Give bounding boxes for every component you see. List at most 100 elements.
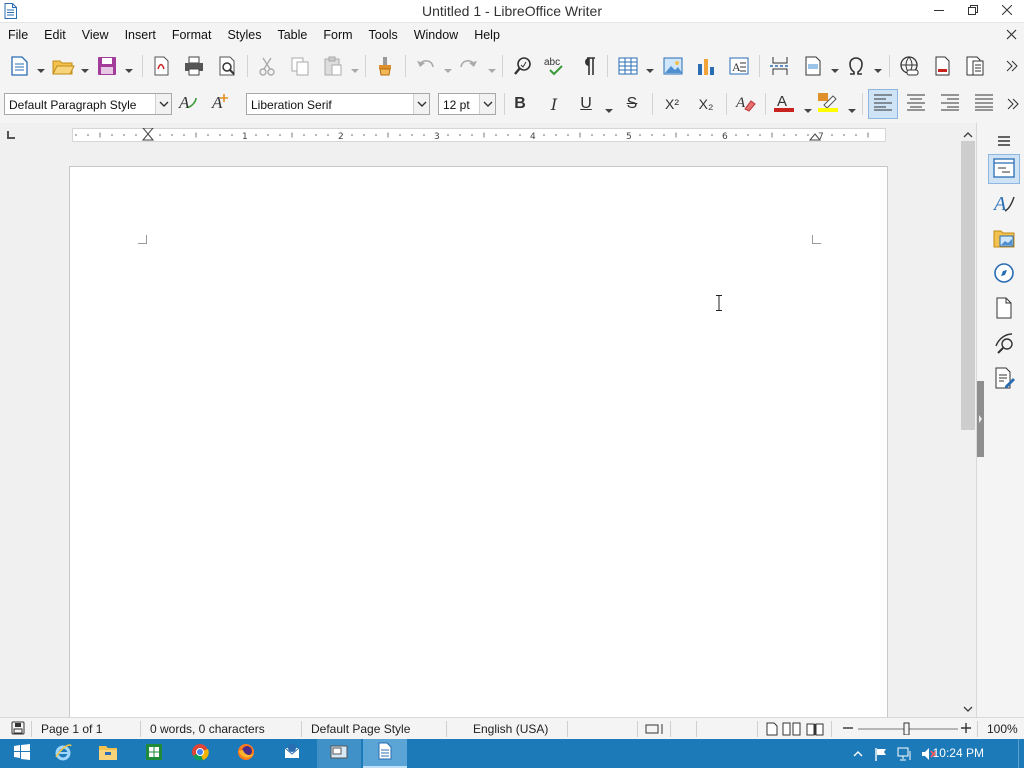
redo-button[interactable]: [456, 53, 482, 79]
field-dropdown-arrow[interactable]: [831, 63, 839, 73]
export-pdf-button[interactable]: [148, 53, 174, 79]
taskbar-internet-explorer[interactable]: [41, 739, 85, 768]
insert-mode-icon[interactable]: [645, 723, 665, 738]
sidebar-collapse-handle[interactable]: [977, 381, 984, 457]
chevron-down-icon[interactable]: [479, 94, 495, 114]
insert-footnote-button[interactable]: [929, 53, 955, 79]
strikethrough-button[interactable]: S: [620, 93, 644, 115]
font-size-select[interactable]: 12 pt: [438, 93, 496, 115]
font-color-dropdown-arrow[interactable]: [804, 103, 812, 113]
print-preview-button[interactable]: [214, 53, 240, 79]
taskbar-libreoffice-writer[interactable]: [363, 739, 407, 768]
taskbar-thunderbird[interactable]: [270, 739, 314, 768]
tab-stop-selector-icon[interactable]: [7, 131, 15, 139]
bold-button[interactable]: B: [508, 93, 532, 115]
restore-button[interactable]: [956, 0, 990, 22]
copy-button[interactable]: [287, 53, 313, 79]
taskbar-firefox[interactable]: [224, 739, 268, 768]
find-replace-button[interactable]: [510, 53, 536, 79]
print-button[interactable]: [181, 53, 207, 79]
superscript-button[interactable]: X²: [660, 93, 684, 115]
taskbar-libreoffice-calc[interactable]: [132, 739, 176, 768]
page-style[interactable]: Default Page Style: [311, 722, 410, 736]
highlight-dropdown-arrow[interactable]: [848, 103, 856, 113]
sidebar-properties-button[interactable]: [988, 154, 1020, 184]
align-center-button[interactable]: [904, 93, 928, 115]
scroll-up-arrow-icon[interactable]: [963, 128, 973, 142]
underline-button[interactable]: U: [574, 93, 598, 115]
insert-field-button[interactable]: [800, 53, 826, 79]
update-style-button[interactable]: A: [176, 93, 200, 115]
sidebar-styles-button[interactable]: A: [988, 189, 1020, 219]
font-color-button[interactable]: A: [772, 93, 796, 115]
paste-button[interactable]: [320, 53, 346, 79]
close-document-icon[interactable]: [1006, 27, 1018, 41]
menu-help[interactable]: Help: [466, 23, 508, 47]
menu-form[interactable]: Form: [315, 23, 360, 47]
zoom-level[interactable]: 100%: [987, 722, 1018, 736]
vertical-scrollbar[interactable]: [960, 126, 976, 717]
sidebar-style-inspector-button[interactable]: [988, 329, 1020, 359]
single-page-view-icon[interactable]: [766, 722, 778, 739]
document-page[interactable]: [69, 166, 888, 717]
chevron-down-icon[interactable]: [155, 94, 171, 114]
document-modified-icon[interactable]: [11, 721, 25, 738]
clear-formatting-button[interactable]: A: [733, 93, 757, 115]
insert-comment-button[interactable]: [962, 53, 988, 79]
left-indent-marker-icon[interactable]: [141, 127, 155, 145]
horizontal-ruler[interactable]: 1234567: [0, 123, 976, 147]
insert-chart-button[interactable]: [693, 53, 719, 79]
language[interactable]: English (USA): [473, 722, 548, 736]
taskbar-chrome[interactable]: [178, 739, 222, 768]
multi-page-view-icon[interactable]: [782, 722, 802, 739]
taskbar-clock[interactable]: 10:24 PM: [933, 746, 984, 760]
formatting-overflow-button[interactable]: [1003, 93, 1023, 115]
zoom-slider[interactable]: [858, 721, 958, 738]
formatting-marks-button[interactable]: [575, 53, 601, 79]
subscript-button[interactable]: X₂: [694, 93, 718, 115]
right-indent-marker-icon[interactable]: [808, 128, 822, 145]
open-dropdown-arrow[interactable]: [81, 63, 89, 73]
paragraph-style-select[interactable]: Default Paragraph Style: [4, 93, 172, 115]
sidebar-menu-button[interactable]: [988, 127, 1020, 157]
start-button[interactable]: [0, 739, 44, 768]
taskbar-control-panel[interactable]: [317, 739, 361, 768]
sidebar-page-button[interactable]: [988, 294, 1020, 324]
action-center-flag-icon[interactable]: [873, 746, 889, 762]
font-name-select[interactable]: Liberation Serif: [246, 93, 430, 115]
show-desktop-button[interactable]: [1018, 739, 1024, 768]
menu-tools[interactable]: Tools: [361, 23, 406, 47]
paste-dropdown-arrow[interactable]: [351, 63, 359, 73]
minimize-button[interactable]: [922, 0, 956, 22]
spelling-button[interactable]: abc: [543, 53, 569, 79]
sidebar-gallery-button[interactable]: [988, 224, 1020, 254]
show-hidden-icons[interactable]: [850, 746, 866, 762]
document-area[interactable]: [0, 147, 960, 717]
menu-table[interactable]: Table: [269, 23, 315, 47]
insert-page-break-button[interactable]: [767, 53, 793, 79]
close-button[interactable]: [990, 0, 1024, 22]
open-button[interactable]: [50, 53, 76, 79]
menu-insert[interactable]: Insert: [117, 23, 164, 47]
toolbar-overflow-button[interactable]: [1002, 53, 1022, 79]
cut-button[interactable]: [254, 53, 280, 79]
align-right-button[interactable]: [938, 93, 962, 115]
scrollbar-thumb[interactable]: [961, 141, 975, 430]
align-left-button[interactable]: [868, 89, 898, 119]
menu-format[interactable]: Format: [164, 23, 220, 47]
italic-button[interactable]: I: [542, 93, 566, 115]
sidebar-manage-changes-button[interactable]: [988, 364, 1020, 394]
special-character-dropdown-arrow[interactable]: [874, 63, 882, 73]
insert-table-button[interactable]: [615, 53, 641, 79]
underline-dropdown-arrow[interactable]: [605, 103, 613, 113]
page-count[interactable]: Page 1 of 1: [41, 722, 102, 736]
undo-dropdown-arrow[interactable]: [444, 63, 452, 73]
menu-file[interactable]: File: [0, 23, 36, 47]
sidebar-navigator-button[interactable]: [988, 259, 1020, 289]
chevron-down-icon[interactable]: [413, 94, 429, 114]
menu-edit[interactable]: Edit: [36, 23, 74, 47]
menu-view[interactable]: View: [74, 23, 117, 47]
insert-special-character-button[interactable]: [843, 53, 869, 79]
justify-button[interactable]: [972, 93, 996, 115]
menu-window[interactable]: Window: [406, 23, 466, 47]
